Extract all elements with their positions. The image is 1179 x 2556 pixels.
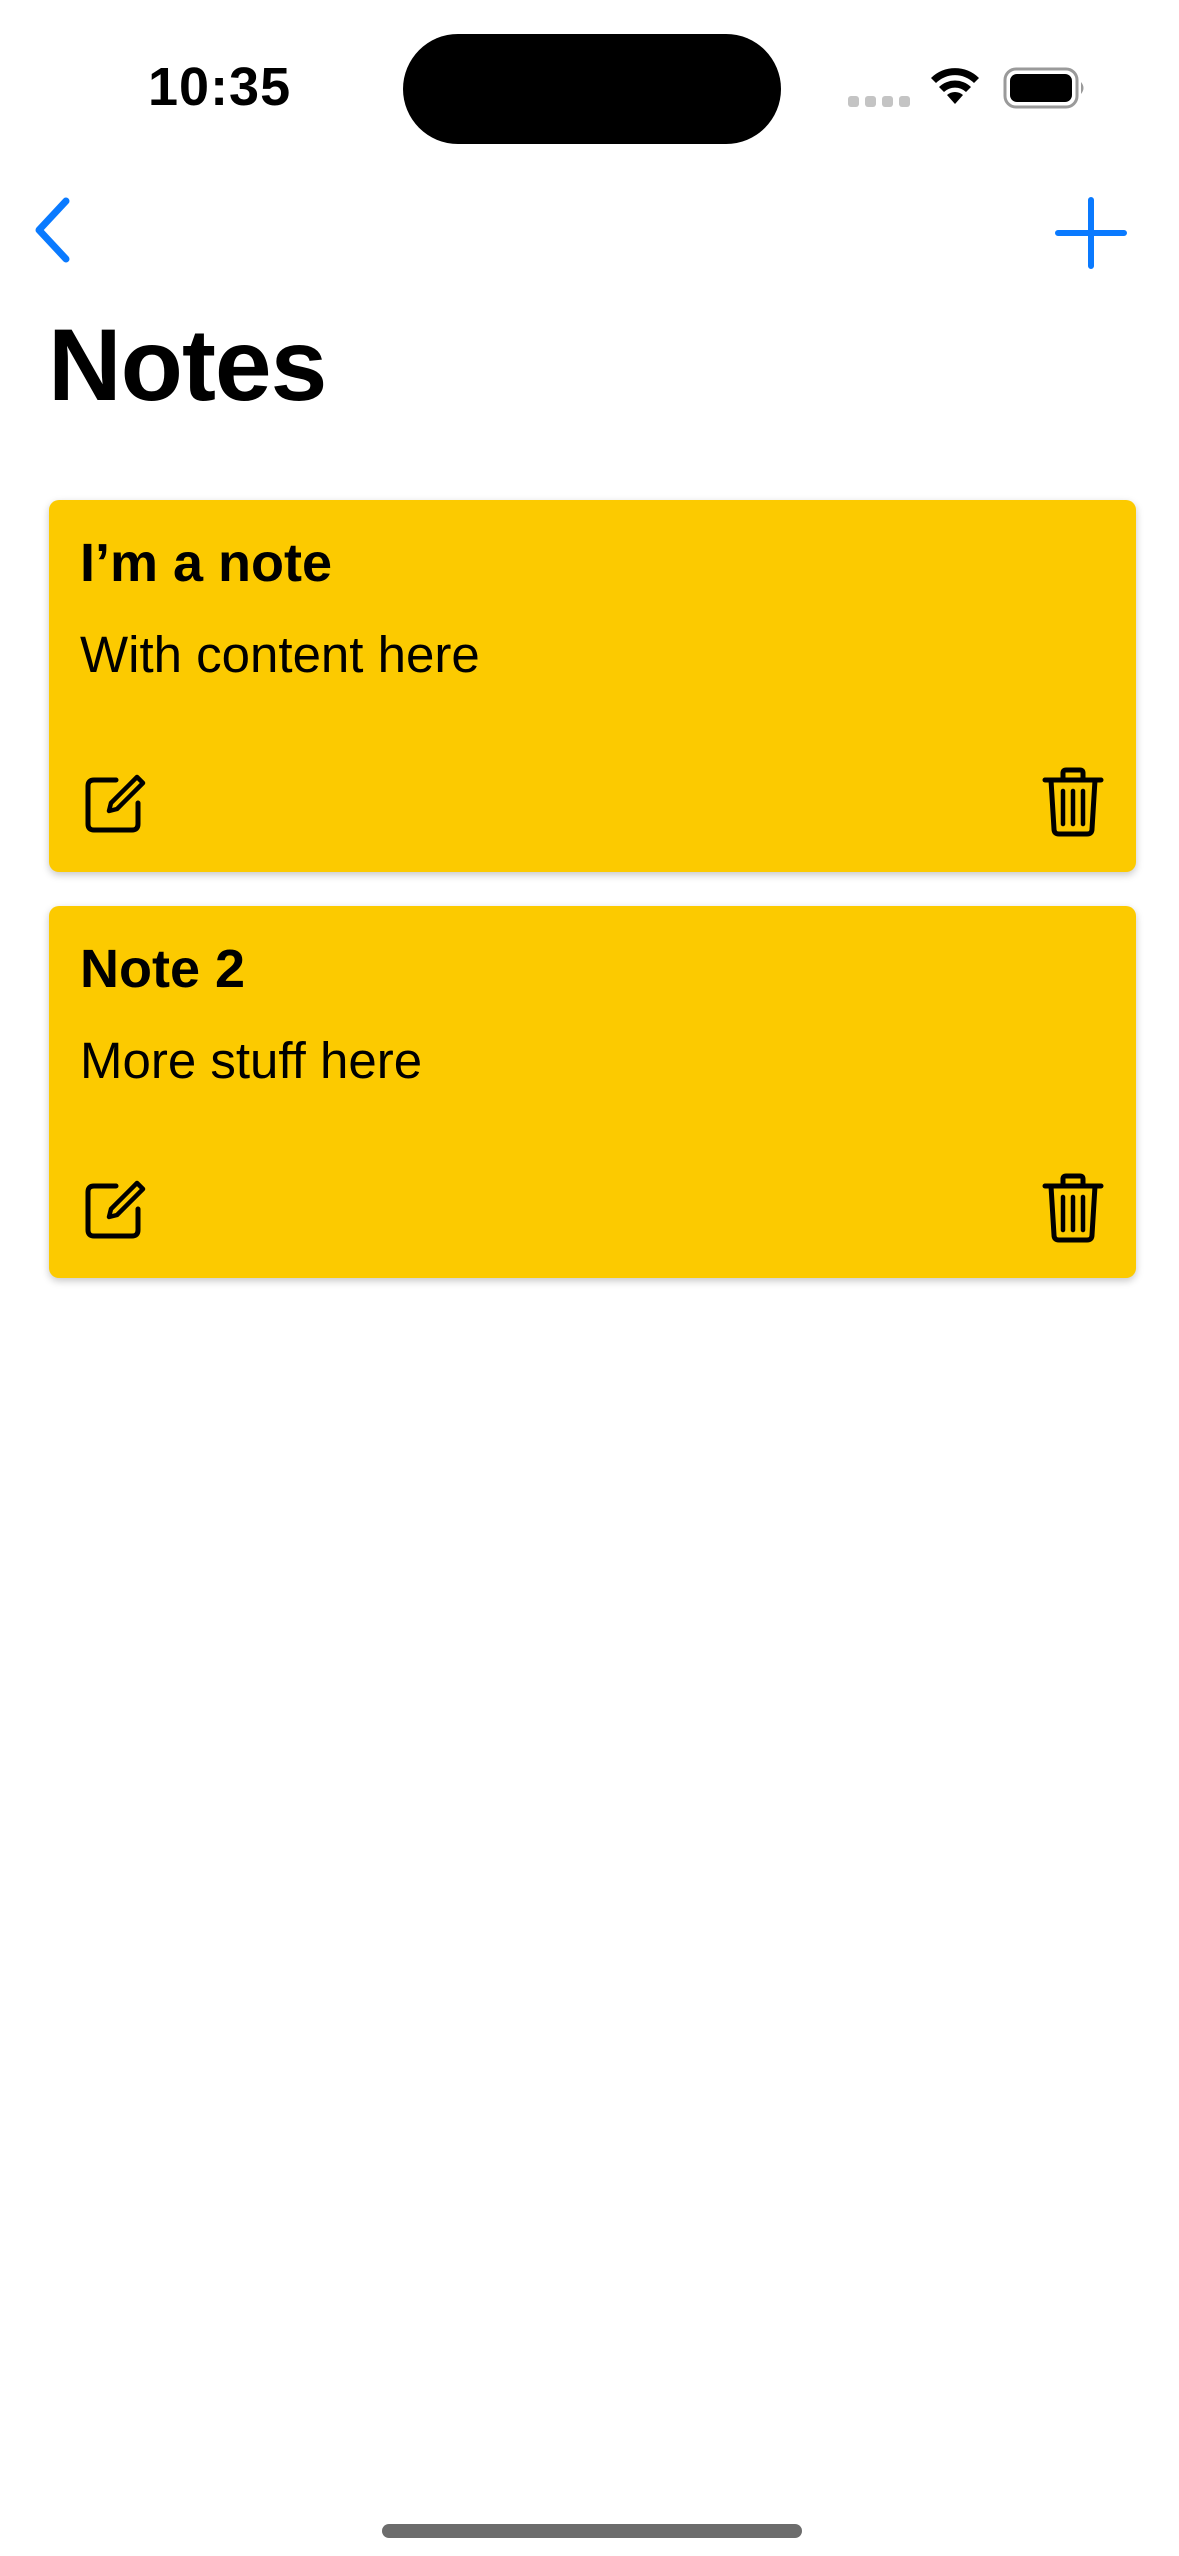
note-title: Note 2 [80, 939, 246, 999]
note-content: With content here [80, 626, 480, 683]
square-pencil-icon [85, 774, 146, 833]
wifi-icon [931, 68, 979, 104]
battery-icon [1003, 67, 1084, 109]
note-card[interactable]: Note 2 More stuff here [49, 906, 1136, 1278]
add-note-button[interactable] [1048, 190, 1134, 276]
chevron-left-icon [35, 197, 70, 263]
cellular-signal-icon [848, 96, 910, 107]
delete-note-button[interactable] [1042, 1172, 1104, 1244]
edit-note-button[interactable] [82, 770, 148, 836]
plus-icon [1055, 197, 1127, 269]
notes-list: I’m a note With content here Note 2 More… [49, 500, 1136, 1312]
note-content: More stuff here [80, 1032, 423, 1089]
delete-note-button[interactable] [1042, 766, 1104, 838]
note-card[interactable]: I’m a note With content here [49, 500, 1136, 872]
edit-note-button[interactable] [82, 1176, 148, 1242]
dynamic-island [403, 34, 781, 144]
back-button[interactable] [18, 190, 88, 270]
home-indicator[interactable] [382, 2524, 802, 2538]
note-title: I’m a note [80, 533, 333, 593]
square-pencil-icon [85, 1180, 146, 1239]
status-time: 10:35 [148, 57, 292, 117]
page-title: Notes [48, 308, 327, 422]
trash-icon [1042, 1173, 1104, 1243]
trash-icon [1042, 767, 1104, 837]
